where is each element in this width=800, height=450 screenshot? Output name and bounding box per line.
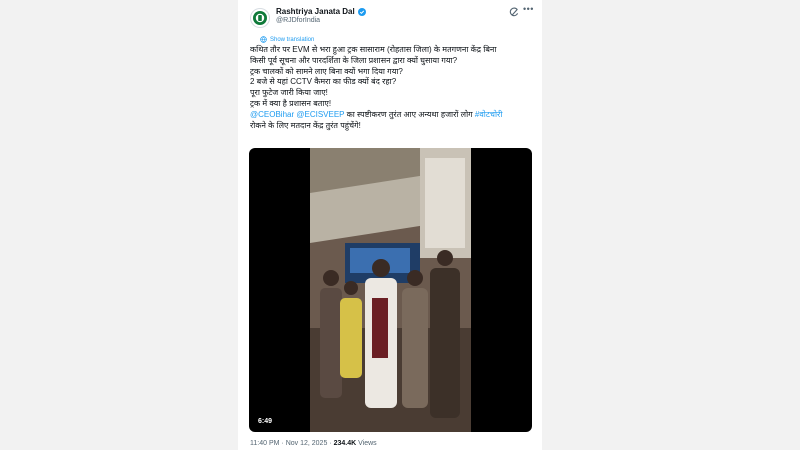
verified-badge-icon [357,7,366,16]
hashtag-link[interactable]: #वोटचोरी [475,110,503,119]
tweet-line: 2 बजे से यहां CCTV कैमरा का फीड क्यों बं… [250,77,397,87]
tweet-text: कथित तौर पर EVM से भरा हुआ ट्रक सासाराम … [250,45,535,131]
tweet-line: पूरा फुटेज जारी किया जाए! [250,88,328,98]
tweet-line: रोकने के लिए मतदान केंद्र तुरंत पहुंचेंग… [250,120,361,130]
mention-link[interactable]: @CEOBihar [250,110,294,119]
show-translation-link[interactable]: Show translation [260,36,314,43]
author-name[interactable]: Rashtriya Janata Dal [276,7,366,16]
show-translation-label: Show translation [270,36,315,43]
more-options-icon[interactable]: ••• [523,4,534,14]
tweet-line: कथित तौर पर EVM से भरा हुआ ट्रक सासाराम … [250,45,497,54]
video-duration: 6:49 [258,418,273,425]
grok-icon[interactable] [509,7,519,17]
video-player[interactable]: 6:49 [249,148,532,432]
meta-separator: · [329,440,332,447]
author-handle[interactable]: @RJDforIndia [276,17,320,24]
tweet-card: Rashtriya Janata Dal @RJDforIndia ••• Sh… [238,0,542,450]
tweet-time[interactable]: 11:40 PM [250,440,279,447]
views-count: 234.4K [333,440,357,447]
party-logo-icon [253,11,267,25]
tweet-line: ट्रक चालकों को सामने लाए बिना क्यों भगा … [250,66,403,76]
avatar[interactable] [250,8,270,28]
views-label: Views [358,440,377,447]
mention-link[interactable]: @ECISVEEP [296,110,344,119]
tweet-line-text: का स्पष्टीकरण तुरंत आए अन्यथा हजारों लोग [346,109,473,119]
author-name-text: Rashtriya Janata Dal [276,7,355,16]
meta-separator: · [281,440,284,447]
tweet-line: ट्रक में क्या है प्रशासन बताए! [250,98,332,108]
tweet-date[interactable]: Nov 12, 2025 [286,440,328,447]
tweet-line: किसी पूर्व सूचना और पारदर्शिता के जिला प… [250,55,458,65]
tweet-meta: 11:40 PM · Nov 12, 2025 · 234.4K Views [250,440,377,447]
translate-icon [260,36,267,43]
video-frame [310,148,471,432]
tweet-line-mentions: @CEOBihar @ECISVEEP का स्पष्टीकरण तुरंत … [250,110,535,121]
